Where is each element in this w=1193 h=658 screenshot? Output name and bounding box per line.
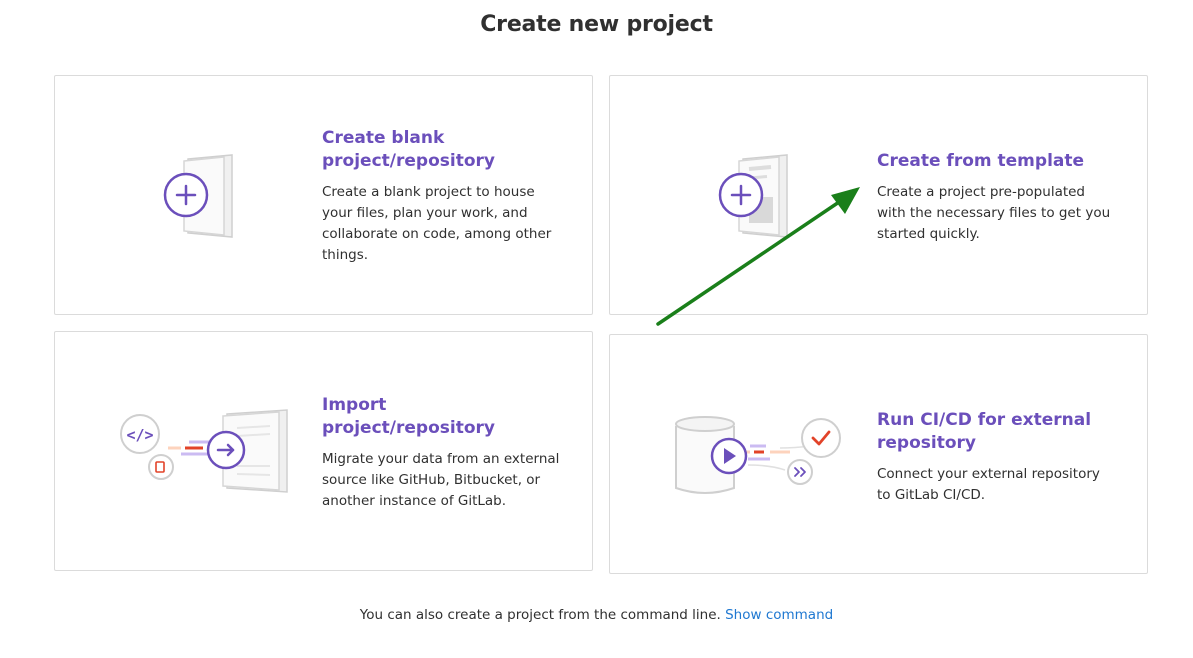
import-icon: </> — [120, 409, 288, 493]
show-command-link[interactable]: Show command — [725, 607, 833, 623]
card-title: Create from template — [877, 151, 1085, 171]
import-project-card[interactable]: </> Import project/repository Migrate yo… — [54, 331, 593, 571]
card-description: Create a project pre-populated with the … — [877, 184, 1111, 242]
create-blank-project-card[interactable]: Create blank project/repository Create a… — [54, 75, 593, 315]
blank-project-icon — [163, 154, 233, 238]
card-description: Create a blank project to house your fil… — [322, 184, 552, 263]
cicd-icon — [675, 416, 841, 494]
footer: You can also create a project from the c… — [0, 607, 1193, 623]
template-illustration — [715, 151, 805, 241]
card-title: Run CI/CD for external repository — [877, 410, 1092, 453]
page-title: Create new project — [480, 12, 713, 37]
svg-text:</>: </> — [126, 426, 153, 444]
card-title: Import project/repository — [322, 395, 495, 438]
card-title: Create blank project/repository — [322, 128, 495, 171]
cicd-illustration — [670, 410, 850, 500]
card-description: Migrate your data from an external sourc… — [322, 451, 560, 509]
import-project-illustration: </> — [115, 406, 295, 496]
template-icon — [718, 154, 788, 238]
create-from-template-card[interactable]: Create from template Create a project pr… — [609, 75, 1148, 315]
card-description: Connect your external repository to GitL… — [877, 466, 1100, 503]
run-cicd-card[interactable]: Run CI/CD for external repository Connec… — [609, 334, 1148, 574]
blank-project-illustration — [160, 151, 250, 241]
footer-text: You can also create a project from the c… — [359, 607, 721, 623]
